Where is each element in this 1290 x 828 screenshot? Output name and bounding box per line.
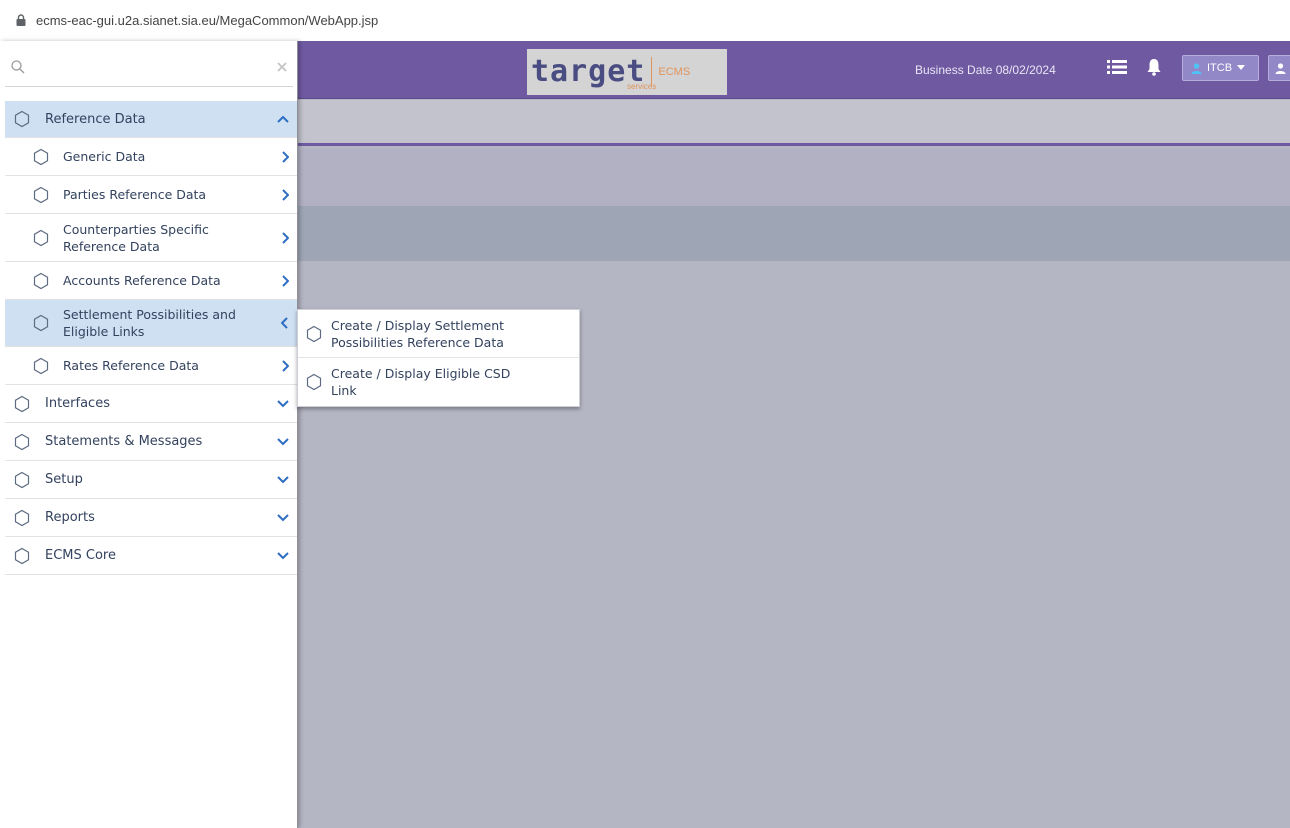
hexagon-icon <box>33 229 49 246</box>
menu-item-label: Generic Data <box>63 149 146 164</box>
menu-item-statements-messages[interactable]: Statements & Messages <box>5 423 297 461</box>
chevron-right-icon <box>282 188 289 201</box>
menu-item-label: Counterparties Specific Reference Data <box>63 221 209 254</box>
hexagon-icon <box>14 395 30 412</box>
menu-item-parties-reference-data[interactable]: Parties Reference Data <box>5 176 297 214</box>
menu-item-label: Interfaces <box>45 396 110 411</box>
profile-button[interactable] <box>1268 55 1290 81</box>
caret-down-icon <box>1237 65 1246 70</box>
chevron-right-icon <box>282 231 289 244</box>
chevron-right-icon <box>282 274 289 287</box>
menu-item-generic-data[interactable]: Generic Data <box>5 138 297 176</box>
person-icon <box>1275 63 1286 74</box>
menu-item-label: Reports <box>45 510 95 525</box>
hexagon-icon <box>14 433 30 450</box>
logo-tagline: services <box>627 82 657 91</box>
address-bar[interactable]: ecms-eac-gui.u2a.sianet.sia.eu/MegaCommo… <box>0 0 1290 40</box>
bell-icon[interactable] <box>1146 58 1162 76</box>
chevron-down-icon <box>277 399 289 407</box>
menu-item-reference-data[interactable]: Reference Data <box>5 101 297 138</box>
menu-item-label: Settlement Possibilities and Eligible Li… <box>63 307 236 339</box>
hexagon-icon <box>306 325 322 342</box>
url-text[interactable]: ecms-eac-gui.u2a.sianet.sia.eu/MegaCommo… <box>36 13 378 28</box>
search-input[interactable] <box>31 54 261 83</box>
menu-item-reports[interactable]: Reports <box>5 499 297 537</box>
menu-item-label: Rates Reference Data <box>63 358 199 373</box>
hexagon-icon <box>14 110 30 128</box>
chevron-left-icon <box>281 317 288 329</box>
menu-item-label: Create / Display Eligible CSD Link <box>331 366 511 398</box>
menu-item-setup[interactable]: Setup <box>5 461 297 499</box>
menu-item-ecms-core[interactable]: ECMS Core <box>5 537 297 575</box>
menu-item-settlement-possibilities[interactable]: Settlement Possibilities and Eligible Li… <box>5 300 297 347</box>
logo-suffix: ECMS <box>658 66 691 78</box>
chevron-down-icon <box>277 437 289 445</box>
hexagon-icon <box>14 547 30 564</box>
menu-item-label: Reference Data <box>45 111 146 127</box>
menu-item-rates-reference-data[interactable]: Rates Reference Data <box>5 347 297 385</box>
business-date: Business Date 08/02/2024 <box>915 63 1056 77</box>
hexagon-icon <box>33 148 49 165</box>
hexagon-icon <box>14 509 30 526</box>
menu-item-create-display-settlement-possibilities[interactable]: Create / Display Settlement Possibilitie… <box>298 310 579 358</box>
user-label: ITCB <box>1207 62 1233 74</box>
chevron-down-icon <box>277 513 289 521</box>
hexagon-icon <box>33 357 49 374</box>
menu-search <box>5 51 293 87</box>
menu-item-create-display-eligible-csd-link[interactable]: Create / Display Eligible CSD Link <box>298 358 579 406</box>
chevron-down-icon <box>277 475 289 483</box>
hexagon-icon <box>33 272 49 289</box>
hexagon-icon <box>306 373 322 391</box>
search-icon <box>11 60 25 74</box>
hexagon-icon <box>33 314 49 332</box>
menu-item-label: Statements & Messages <box>45 434 203 449</box>
user-menu-button[interactable]: ITCB <box>1182 55 1259 81</box>
target-ecms-logo: target ECMS services <box>527 49 727 95</box>
lock-icon <box>16 14 26 26</box>
menu-item-label: ECMS Core <box>45 548 116 563</box>
user-icon <box>1191 62 1202 74</box>
chevron-right-icon <box>282 150 289 163</box>
menu-item-label: Setup <box>45 472 83 487</box>
menu-item-interfaces[interactable]: Interfaces <box>5 385 297 423</box>
chevron-right-icon <box>282 359 289 372</box>
menu-item-accounts-reference-data[interactable]: Accounts Reference Data <box>5 262 297 300</box>
menu-item-counterparties-specific-reference-data[interactable]: Counterparties Specific Reference Data <box>5 214 297 262</box>
submenu-flyout: Create / Display Settlement Possibilitie… <box>297 309 580 407</box>
menu-list: Reference Data Generic Data Parties Refe… <box>5 101 298 575</box>
menu-item-label: Create / Display Settlement Possibilitie… <box>331 317 505 350</box>
hexagon-icon <box>33 186 49 203</box>
chevron-down-icon <box>277 551 289 559</box>
menu-item-label: Accounts Reference Data <box>63 273 221 288</box>
chevron-up-icon <box>277 115 289 123</box>
sidebar-menu: Reference Data Generic Data Parties Refe… <box>0 41 298 828</box>
hexagon-icon <box>14 471 30 488</box>
clear-icon[interactable] <box>277 62 287 72</box>
list-icon[interactable] <box>1107 58 1127 76</box>
menu-item-label: Parties Reference Data <box>63 187 207 202</box>
